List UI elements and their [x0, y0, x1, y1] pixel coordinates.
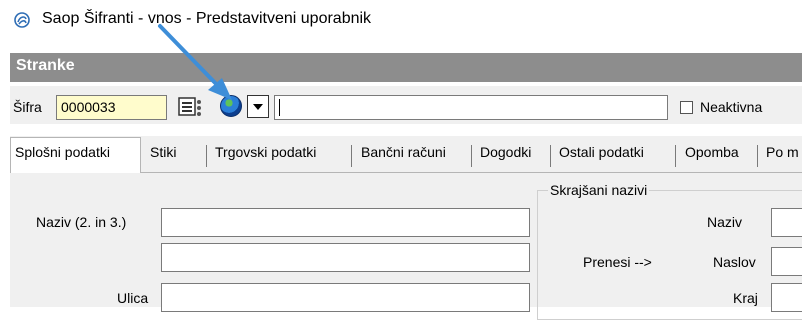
- group-title: Skrajšani nazivi: [548, 182, 650, 198]
- lookup-list-icon[interactable]: [178, 96, 204, 118]
- kraj-label: Kraj: [733, 290, 758, 306]
- neaktivna-label: Neaktivna: [700, 99, 763, 115]
- neaktivna-checkbox[interactable]: [680, 101, 693, 114]
- ulica-field[interactable]: [161, 283, 530, 312]
- tab-splosni-podatki[interactable]: Splošni podatki: [15, 144, 110, 160]
- tab-separator: [550, 145, 551, 167]
- naziv-field-1[interactable]: [161, 208, 530, 237]
- tab-dogodki[interactable]: Dogodki: [480, 144, 531, 160]
- ulica-label: Ulica: [117, 290, 149, 306]
- tab-separator: [757, 145, 758, 167]
- kraj-field[interactable]: [771, 283, 802, 312]
- tab-opomba[interactable]: Opomba: [685, 144, 739, 160]
- text-cursor: [279, 99, 280, 116]
- search-input[interactable]: [274, 95, 668, 120]
- naslov-field[interactable]: [771, 247, 802, 276]
- tab-bancni-racuni[interactable]: Bančni računi: [361, 144, 446, 160]
- window-title: Saop Šifranti - vnos - Predstavitveni up…: [42, 10, 372, 27]
- naslov-label: Naslov: [713, 254, 756, 270]
- tab-po-more[interactable]: Po m: [766, 144, 799, 160]
- naziv-field-2[interactable]: [161, 243, 530, 272]
- section-title: Stranke: [16, 57, 75, 74]
- tab-stiki[interactable]: Stiki: [150, 144, 176, 160]
- tab-separator: [351, 145, 352, 167]
- section-header: Stranke: [10, 53, 802, 82]
- naziv-label: Naziv (2. in 3.): [36, 214, 127, 230]
- tab-separator: [675, 145, 676, 167]
- tab-separator: [471, 145, 472, 167]
- tab-ostali-podatki[interactable]: Ostali podatki: [559, 144, 644, 160]
- short-names-group: [537, 190, 802, 320]
- prenesi-button[interactable]: Prenesi -->: [583, 254, 652, 270]
- globe-icon[interactable]: [220, 95, 242, 117]
- short-naziv-field[interactable]: [771, 208, 802, 237]
- app-logo-icon: [14, 12, 30, 28]
- dropdown-button[interactable]: [247, 95, 269, 118]
- short-naziv-label: Naziv: [707, 214, 743, 230]
- sifra-field[interactable]: 0000033: [56, 95, 167, 120]
- tab-trgovski-podatki[interactable]: Trgovski podatki: [215, 144, 316, 160]
- sifra-label: Šifra: [13, 99, 42, 115]
- tab-separator: [206, 145, 207, 167]
